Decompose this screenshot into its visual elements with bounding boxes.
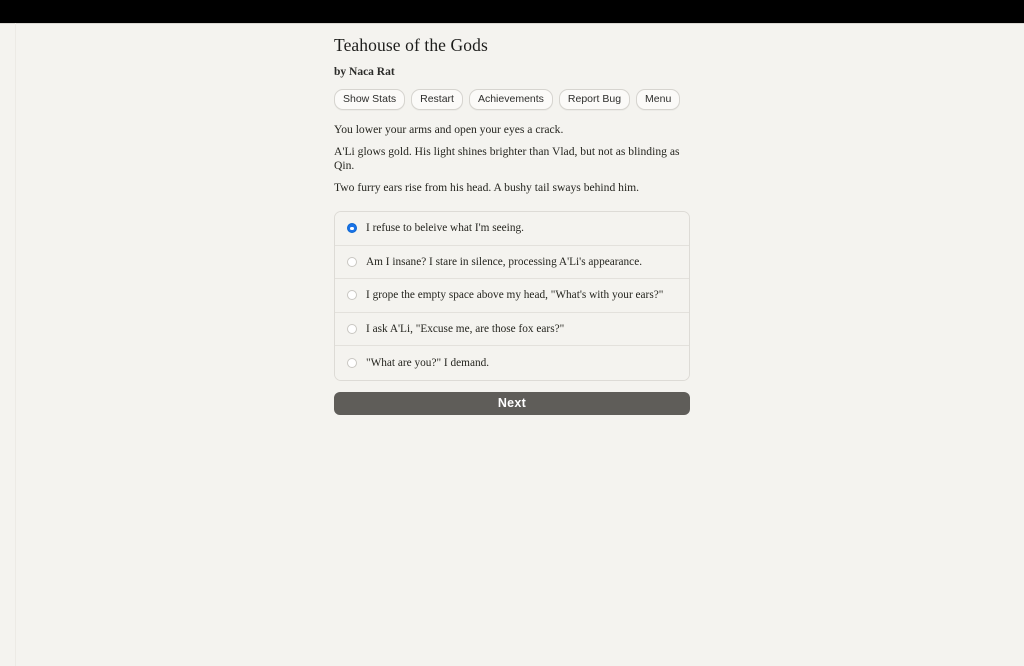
report-bug-button[interactable]: Report Bug [558,89,631,110]
choice-option-2[interactable]: Am I insane? I stare in silence, process… [335,245,689,279]
choice-option-4[interactable]: I ask A'Li, "Excuse me, are those fox ea… [335,312,689,346]
show-stats-button[interactable]: Show Stats [334,89,406,110]
page-title: Teahouse of the Gods [334,35,488,55]
radio-unselected-icon[interactable] [347,290,357,301]
choice-option-1[interactable]: I refuse to beleive what I'm seeing. [335,212,689,246]
browser-viewport: Teahouse of the Gods by Naca Rat Show St… [0,0,1024,666]
story-paragraph: You lower your arms and open your eyes a… [334,123,564,136]
story-paragraph: A'Li glows gold. His light shines bright… [334,145,680,172]
radio-unselected-icon[interactable] [347,256,357,267]
choice-option-5[interactable]: "What are you?" I demand. [335,346,689,380]
page-gutter-line [15,23,16,666]
radio-selected-icon[interactable] [347,223,357,234]
radio-unselected-icon[interactable] [347,357,357,368]
choice-label: I refuse to beleive what I'm seeing. [366,222,524,235]
restart-button[interactable]: Restart [411,89,463,110]
choice-option-3[interactable]: I grope the empty space above my head, "… [335,279,689,313]
author-byline: by Naca Rat [334,66,395,78]
choice-label: I grope the empty space above my head, "… [366,289,664,302]
game-toolbar: Show Stats Restart Achievements Report B… [334,89,690,110]
next-button[interactable]: Next [334,391,690,415]
choice-label: "What are you?" I demand. [366,356,490,369]
game-content: Teahouse of the Gods by Naca Rat Show St… [334,34,690,415]
choice-list: I refuse to beleive what I'm seeing. Am … [334,211,690,381]
top-black-bar [0,0,1024,23]
radio-unselected-icon[interactable] [347,323,357,334]
story-text: You lower your arms and open your eyes a… [334,123,690,195]
choice-label: Am I insane? I stare in silence, process… [366,255,643,268]
achievements-button[interactable]: Achievements [468,89,553,110]
choice-label: I ask A'Li, "Excuse me, are those fox ea… [366,322,565,335]
story-paragraph: Two furry ears rise from his head. A bus… [334,181,640,194]
menu-button[interactable]: Menu [636,89,681,110]
